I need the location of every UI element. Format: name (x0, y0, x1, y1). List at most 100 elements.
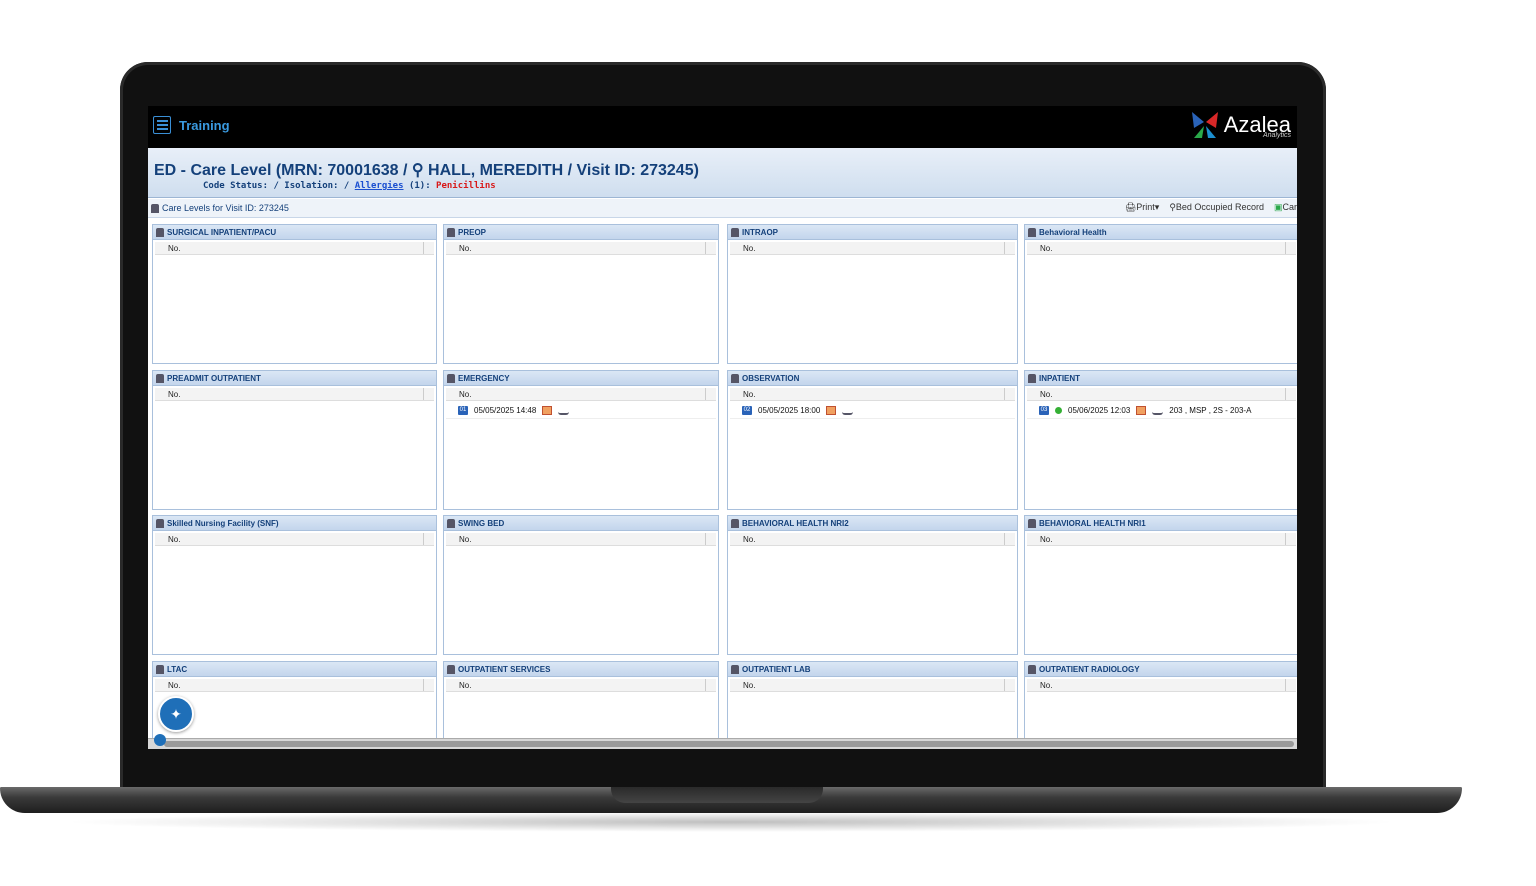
azalea-assist-button[interactable]: ✦ (158, 696, 194, 732)
panel-title: OBSERVATION (742, 373, 800, 383)
panel-title: PREADMIT OUTPATIENT (167, 373, 261, 383)
panel-header[interactable]: EMERGENCY (444, 371, 718, 386)
care-level-panel: OBSERVATION No. 02 05/05/2025 18:00 (727, 370, 1018, 510)
care-button[interactable]: ▣Car (1274, 202, 1297, 213)
care-level-icon (1028, 227, 1036, 237)
column-header-no[interactable]: No. (446, 679, 716, 692)
scrollbar-thumb[interactable] (164, 741, 1294, 747)
care-levels-toolbar: Care Levels for Visit ID: 273245 🖨Print▾… (148, 199, 1297, 218)
care-level-icon (731, 227, 739, 237)
column-header-no[interactable]: No. (155, 242, 434, 255)
care-level-panel: Skilled Nursing Facility (SNF) No. (152, 515, 437, 655)
hamburger-menu-icon[interactable] (153, 116, 171, 134)
bed-icon[interactable] (558, 406, 570, 415)
column-header-no[interactable]: No. (155, 679, 434, 692)
column-header-no[interactable]: No. (446, 388, 716, 401)
column-header-no[interactable]: No. (1027, 679, 1296, 692)
column-header-no[interactable]: No. (155, 388, 434, 401)
care-level-panel: OUTPATIENT SERVICES No. (443, 661, 719, 749)
azalea-logo: Azalea Analytics (1190, 108, 1291, 142)
care-level-panel: BEHAVIORAL HEALTH NRI2 No. (727, 515, 1018, 655)
patient-status-line: Code Status: / Isolation: / Allergies (1… (203, 181, 496, 191)
panel-title: BEHAVIORAL HEALTH NRI2 (742, 518, 849, 528)
care-level-panel: BEHAVIORAL HEALTH NRI1 No. (1024, 515, 1297, 655)
panel-header[interactable]: INTRAOP (728, 225, 1017, 240)
horizontal-scrollbar[interactable] (148, 738, 1297, 749)
panel-header[interactable]: OUTPATIENT RADIOLOGY (1025, 662, 1297, 677)
panel-header[interactable]: SURGICAL INPATIENT/PACU (153, 225, 436, 240)
table-row[interactable]: 01 05/05/2025 14:48 (446, 403, 716, 419)
visit-number-icon: 01 (458, 406, 468, 415)
page-title: ED - Care Level (MRN: 70001638 / ⚲ HALL,… (154, 162, 699, 179)
row-date: 05/05/2025 14:48 (474, 406, 537, 415)
panel-header[interactable]: PREADMIT OUTPATIENT (153, 371, 436, 386)
care-level-icon (447, 664, 455, 674)
bed-icon[interactable] (842, 406, 854, 415)
toolbar-title: Care Levels for Visit ID: 273245 (162, 203, 289, 213)
panel-header[interactable]: Skilled Nursing Facility (SNF) (153, 516, 436, 531)
azalea-flower-icon (1191, 112, 1218, 138)
column-header-no[interactable]: No. (446, 533, 716, 546)
panel-header[interactable]: SWING BED (444, 516, 718, 531)
panel-header[interactable]: BEHAVIORAL HEALTH NRI2 (728, 516, 1017, 531)
column-header-no[interactable]: No. (730, 679, 1015, 692)
panel-header[interactable]: OUTPATIENT LAB (728, 662, 1017, 677)
care-level-panel: PREOP No. (443, 224, 719, 364)
care-level-icon (731, 518, 739, 528)
top-bar: Training Azalea Analytics (148, 106, 1297, 148)
care-label: Car (1282, 202, 1297, 212)
care-level-panel: OUTPATIENT RADIOLOGY No. (1024, 661, 1297, 749)
care-level-icon (731, 373, 739, 383)
panel-header[interactable]: OUTPATIENT SERVICES (444, 662, 718, 677)
allergies-count: (1): (408, 181, 431, 191)
panel-title: SWING BED (458, 518, 505, 528)
care-level-icon (447, 518, 455, 528)
panel-title: INPATIENT (1039, 373, 1081, 383)
panel-header[interactable]: Behavioral Health (1025, 225, 1297, 240)
mini-assist-icon[interactable] (154, 734, 166, 746)
edit-icon[interactable] (826, 406, 837, 415)
panel-header[interactable]: PREOP (444, 225, 718, 240)
panel-header[interactable]: BEHAVIORAL HEALTH NRI1 (1025, 516, 1297, 531)
edit-icon[interactable] (1136, 406, 1147, 415)
table-row[interactable]: 03 05/06/2025 12:03 203 , MSP , 2S - 203-A (1027, 403, 1296, 419)
panel-title: Skilled Nursing Facility (SNF) (167, 518, 279, 528)
bed-record-label: Bed Occupied Record (1175, 202, 1264, 212)
care-level-icon (447, 227, 455, 237)
column-header-no[interactable]: No. (1027, 242, 1296, 255)
allergies-value: Penicillins (436, 181, 496, 191)
table-row[interactable]: 02 05/05/2025 18:00 (730, 403, 1015, 419)
edit-icon[interactable] (542, 406, 553, 415)
panel-header[interactable]: OBSERVATION (728, 371, 1017, 386)
panel-title: OUTPATIENT SERVICES (458, 664, 551, 674)
panel-title: INTRAOP (742, 227, 778, 237)
panel-title: OUTPATIENT RADIOLOGY (1039, 664, 1140, 674)
print-button[interactable]: 🖨Print▾ (1125, 202, 1159, 213)
care-level-panel: Behavioral Health No. (1024, 224, 1297, 364)
column-header-no[interactable]: No. (730, 388, 1015, 401)
care-level-panel: EMERGENCY No. 01 05/05/2025 14:48 (443, 370, 719, 510)
allergies-link[interactable]: Allergies (355, 181, 404, 191)
bed-assignment: 203 , MSP , 2S - 203-A (1169, 406, 1252, 415)
panel-title: Behavioral Health (1039, 227, 1107, 237)
column-header-no[interactable]: No. (1027, 533, 1296, 546)
bed-icon[interactable] (1152, 406, 1164, 415)
column-header-no[interactable]: No. (155, 533, 434, 546)
visit-number-icon: 03 (1039, 406, 1049, 415)
care-level-panel: SWING BED No. (443, 515, 719, 655)
visit-number-icon: 02 (742, 406, 752, 415)
laptop-shadow (60, 812, 1402, 832)
panel-title: LTAC (167, 664, 188, 674)
care-level-panel: INTRAOP No. (727, 224, 1018, 364)
active-status-icon (1055, 407, 1062, 414)
care-level-icon (731, 664, 739, 674)
bed-occupied-record-button[interactable]: ⚲Bed Occupied Record (1169, 202, 1264, 213)
column-header-no[interactable]: No. (1027, 388, 1296, 401)
logo-subtext: Analytics (1262, 132, 1291, 139)
column-header-no[interactable]: No. (446, 242, 716, 255)
panel-header[interactable]: LTAC (153, 662, 436, 677)
column-header-no[interactable]: No. (730, 533, 1015, 546)
column-header-no[interactable]: No. (730, 242, 1015, 255)
print-label: Print▾ (1136, 202, 1160, 212)
panel-header[interactable]: INPATIENT (1025, 371, 1297, 386)
